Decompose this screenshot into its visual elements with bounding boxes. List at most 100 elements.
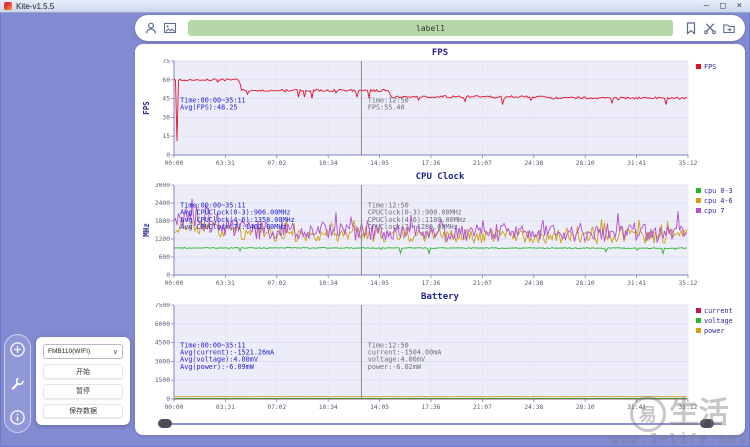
cpu-clock-chart[interactable]: 0 600 1200 1800 2400 3000 00:00 03:31 07:02 10:34… xyxy=(142,182,738,291)
fps-chart[interactable]: 0 15 30 45 60 75 00:00 03:31 07:02 10:34 14:05 17:3… xyxy=(142,58,738,171)
svg-text:35:12: 35:12 xyxy=(679,280,698,287)
svg-text:45: 45 xyxy=(162,96,170,103)
battery-chart-title: Battery xyxy=(421,292,459,302)
timeline-scrollbar[interactable] xyxy=(142,416,738,431)
battery-chart-block: Battery 0 1500 3000 4500 6000 7500 00:00 03:31 0… xyxy=(142,291,738,415)
control-panel: FMB110(WIFI) ∨ 开始 暂停 保存数据 xyxy=(36,337,130,425)
svg-text:MHz: MHz xyxy=(142,223,151,237)
toolbar: label1 xyxy=(135,15,745,41)
svg-text:35:12: 35:12 xyxy=(679,160,698,167)
svg-text:07:02: 07:02 xyxy=(267,280,286,287)
user-icon[interactable] xyxy=(144,21,158,35)
svg-text:28:10: 28:10 xyxy=(576,280,595,287)
wrench-icon[interactable] xyxy=(9,375,26,392)
slider-handle-left[interactable] xyxy=(158,419,172,428)
svg-text:21:07: 21:07 xyxy=(473,160,492,167)
save-data-button[interactable]: 保存数据 xyxy=(43,403,123,419)
maximize-button[interactable]: □ xyxy=(720,1,725,12)
svg-text:7500: 7500 xyxy=(155,303,170,309)
svg-text:31:41: 31:41 xyxy=(627,404,646,411)
svg-text:4500: 4500 xyxy=(155,340,170,347)
window-title: Kite-v1.5.5 xyxy=(16,1,55,11)
window-titlebar: Kite-v1.5.5 – □ × xyxy=(0,0,750,13)
svg-text:03:31: 03:31 xyxy=(216,160,235,167)
cpu-clock-chart-block: CPU Clock 0 600 1200 1800 2400 3000 00:00 03:31… xyxy=(142,171,738,291)
close-button[interactable]: × xyxy=(737,1,742,12)
svg-text:Time:12:50FPS:55.40: Time:12:50 FPS:55.40 xyxy=(368,96,409,111)
svg-text:600: 600 xyxy=(159,254,171,261)
start-button[interactable]: 开始 xyxy=(43,364,123,379)
svg-text:60: 60 xyxy=(162,77,170,84)
cpu-clock-chart-title: CPU Clock xyxy=(415,172,465,182)
sidebar xyxy=(4,334,31,433)
svg-text:75: 75 xyxy=(162,59,170,65)
svg-text:00:00: 00:00 xyxy=(165,404,184,411)
svg-text:00:00: 00:00 xyxy=(165,280,184,287)
svg-text:1200: 1200 xyxy=(155,236,170,243)
slider-handle-right[interactable] xyxy=(700,419,714,428)
minimize-button[interactable]: – xyxy=(704,1,709,12)
svg-text:1500: 1500 xyxy=(155,377,170,384)
svg-text:cpu 7: cpu 7 xyxy=(704,207,724,215)
fps-chart-block: FPS 0 15 30 45 60 75 00:00 03:31 07:02 10:34 14:05… xyxy=(142,47,738,171)
svg-text:17:36: 17:36 xyxy=(422,160,441,167)
svg-text:35:12: 35:12 xyxy=(679,404,698,411)
svg-text:14:05: 14:05 xyxy=(370,404,389,411)
svg-text:21:07: 21:07 xyxy=(473,404,492,411)
svg-text:10:34: 10:34 xyxy=(319,404,338,411)
svg-text:14:05: 14:05 xyxy=(370,160,389,167)
info-icon[interactable] xyxy=(9,409,26,426)
session-label-text: label1 xyxy=(416,23,445,33)
app-icon xyxy=(4,2,12,10)
svg-text:0: 0 xyxy=(166,152,170,159)
svg-text:cpu 0-3: cpu 0-3 xyxy=(704,187,733,195)
svg-text:0: 0 xyxy=(166,272,170,279)
svg-text:00:00: 00:00 xyxy=(165,160,184,167)
svg-text:31:41: 31:41 xyxy=(627,280,646,287)
svg-text:15: 15 xyxy=(162,133,170,140)
svg-text:30: 30 xyxy=(162,114,170,121)
svg-text:3000: 3000 xyxy=(155,358,170,365)
svg-text:Time:00:00~35:11Avg(FPS):48.25: Time:00:00~35:11 Avg(FPS):48.25 xyxy=(180,96,245,111)
svg-text:03:31: 03:31 xyxy=(216,404,235,411)
svg-text:24:38: 24:38 xyxy=(524,280,543,287)
device-select-value: FMB110(WIFI) xyxy=(48,348,91,356)
svg-text:0: 0 xyxy=(166,396,170,403)
add-icon[interactable] xyxy=(9,341,26,358)
chevron-down-icon: ∨ xyxy=(112,348,118,356)
svg-text:voltage: voltage xyxy=(704,317,733,325)
device-select[interactable]: FMB110(WIFI) ∨ xyxy=(43,344,123,360)
pause-button[interactable]: 暂停 xyxy=(43,383,123,399)
svg-text:03:31: 03:31 xyxy=(216,280,235,287)
svg-text:1800: 1800 xyxy=(155,218,170,225)
svg-text:31:41: 31:41 xyxy=(627,160,646,167)
svg-text:cpu 4-6: cpu 4-6 xyxy=(704,197,733,205)
svg-text:10:34: 10:34 xyxy=(319,160,338,167)
svg-text:07:02: 07:02 xyxy=(267,160,286,167)
folder-export-icon[interactable] xyxy=(722,21,736,35)
svg-text:2400: 2400 xyxy=(155,200,170,207)
svg-text:28:10: 28:10 xyxy=(576,160,595,167)
svg-text:3000: 3000 xyxy=(155,183,170,189)
battery-chart[interactable]: 0 1500 3000 4500 6000 7500 00:00 03:31 07:02 10:3… xyxy=(142,302,738,415)
svg-text:FPS: FPS xyxy=(142,101,151,115)
bookmark-icon[interactable] xyxy=(684,21,698,35)
svg-text:FPS: FPS xyxy=(704,63,716,71)
session-label-bar[interactable]: label1 xyxy=(188,20,673,36)
svg-text:07:02: 07:02 xyxy=(267,404,286,411)
svg-text:power: power xyxy=(704,327,724,335)
svg-text:6000: 6000 xyxy=(155,321,170,328)
timeline-track[interactable] xyxy=(162,423,722,425)
svg-text:17:36: 17:36 xyxy=(422,404,441,411)
svg-text:28:10: 28:10 xyxy=(576,404,595,411)
svg-text:14:05: 14:05 xyxy=(370,280,389,287)
image-icon[interactable] xyxy=(163,21,177,35)
svg-text:24:38: 24:38 xyxy=(524,160,543,167)
scissors-icon[interactable] xyxy=(703,21,717,35)
svg-text:current: current xyxy=(704,307,733,315)
window-controls: – □ × xyxy=(704,1,746,12)
fps-chart-title: FPS xyxy=(431,48,449,58)
svg-text:24:38: 24:38 xyxy=(524,404,543,411)
charts-panel: FPS 0 15 30 45 60 75 00:00 03:31 07:02 10:34 14:05… xyxy=(135,44,745,435)
svg-text:17:36: 17:36 xyxy=(422,280,441,287)
